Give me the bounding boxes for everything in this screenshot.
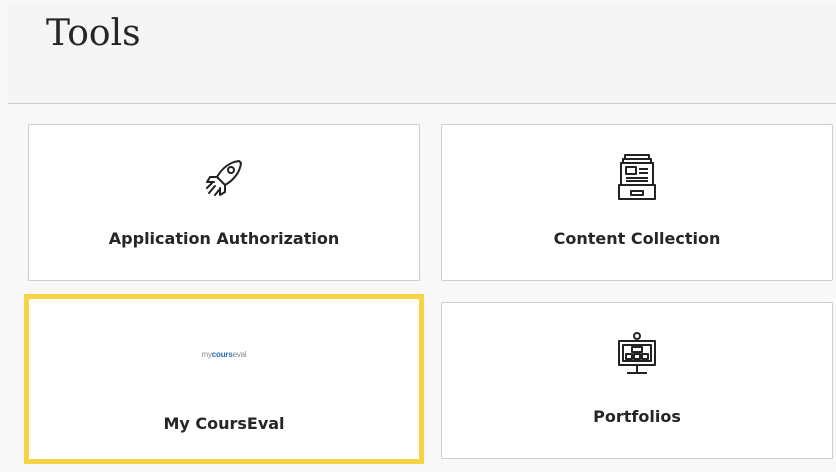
page-header: Tools xyxy=(8,5,836,104)
tool-label: Application Authorization xyxy=(108,229,340,248)
tool-tile-portfolios[interactable]: Portfolios xyxy=(441,302,833,459)
tool-label: Content Collection xyxy=(553,229,721,248)
mycourseval-logo: mycourseval xyxy=(201,350,247,359)
rocket-icon xyxy=(201,155,247,206)
tool-tile-application-authorization[interactable]: Application Authorization xyxy=(28,124,420,281)
presentation-board-icon xyxy=(615,331,659,384)
tool-tile-my-courseval[interactable]: mycourseval My CoursEval xyxy=(24,294,424,464)
file-cabinet-icon xyxy=(615,151,659,208)
tool-tile-content-collection[interactable]: Content Collection xyxy=(441,124,833,281)
tool-label: Portfolios xyxy=(593,407,681,426)
tool-label: My CoursEval xyxy=(163,414,285,433)
page-title: Tools xyxy=(46,13,141,54)
